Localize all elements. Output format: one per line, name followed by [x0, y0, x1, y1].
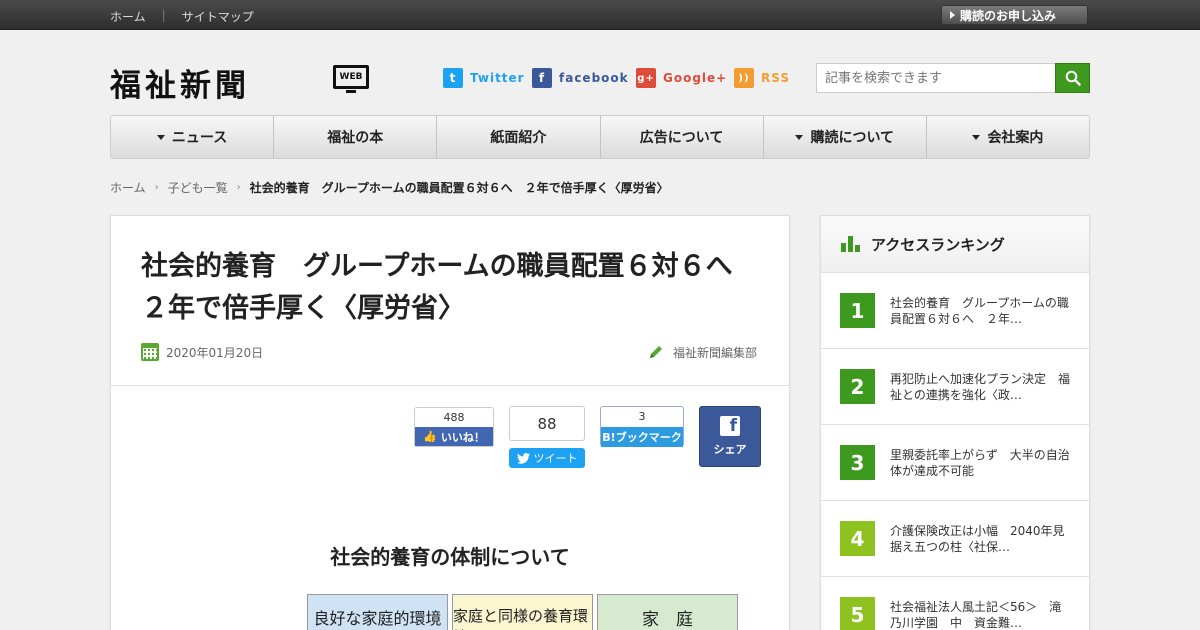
- facebook-icon: f: [532, 68, 552, 88]
- nav-item-news[interactable]: ニュース: [111, 116, 275, 158]
- article-date: 2020年01月20日: [141, 343, 263, 361]
- google-plus-icon: g+: [636, 68, 656, 88]
- rank-number: 2: [840, 369, 875, 404]
- like-label: 👍 いいね！: [415, 427, 493, 446]
- top-bar: ホーム | サイトマップ 購読のお申し込み: [0, 0, 1200, 30]
- access-ranking-panel: アクセスランキング 1 社会的養育 グループホームの職員配置６対６へ ２年… 2…: [820, 215, 1090, 630]
- facebook-icon: f: [720, 416, 740, 436]
- figure-box-good-home-env: 良好な家庭的環境: [307, 594, 448, 630]
- social-label: Google+: [663, 71, 728, 85]
- article-title: 社会的養育 グループホームの職員配置６対６へ ２年で倍手厚く〈厚労省〉: [141, 251, 760, 324]
- social-link-google-plus[interactable]: g+ Google+: [636, 68, 727, 88]
- nav-label: 広告について: [639, 130, 724, 146]
- social-link-rss[interactable]: )) RSS: [734, 68, 790, 88]
- caret-down-icon: [972, 134, 981, 140]
- rank-title: 社会的養育 グループホームの職員配置６対６へ ２年…: [890, 295, 1069, 326]
- tweet-label: ツイート: [533, 452, 578, 465]
- ranking-header: アクセスランキング: [821, 216, 1089, 273]
- search-input[interactable]: [816, 63, 1056, 93]
- social-link-facebook[interactable]: f facebook: [532, 68, 629, 88]
- breadcrumb-current: 社会的養育 グループホームの職員配置６対６へ ２年で倍手厚く〈厚労省〉: [249, 181, 669, 195]
- ranking-item[interactable]: 3 里親委託率上がらず 大半の自治体が達成不可能: [821, 425, 1089, 501]
- rank-number: 5: [840, 597, 875, 630]
- tweet-count: 88: [509, 406, 585, 441]
- arrow-right-icon: [950, 11, 955, 19]
- breadcrumb-home[interactable]: ホーム: [110, 179, 146, 196]
- figure-box-family-like-env: 家庭と同様の養育環境: [452, 594, 593, 630]
- ranking-item[interactable]: 5 社会福祉法人風土記＜56＞ 滝乃川学園 中 資金難…: [821, 577, 1089, 630]
- like-count: 488: [443, 411, 465, 424]
- site-logo[interactable]: 福祉新聞: [110, 60, 250, 105]
- rss-icon: )): [734, 68, 754, 88]
- hatena-bookmark-button[interactable]: 3 B!ブックマーク: [600, 406, 684, 447]
- nav-item-paper[interactable]: 紙面紹介: [437, 116, 601, 158]
- rank-title: 介護保険改正は小幅 2040年見据え五つの柱〈社保…: [890, 523, 1065, 554]
- date-text: 2020年01月20日: [166, 345, 264, 360]
- nav-label: 会社案内: [987, 130, 1044, 146]
- tweet-button[interactable]: ツイート: [509, 448, 585, 468]
- thumbs-up-icon: 👍: [423, 430, 437, 443]
- ranking-title: アクセスランキング: [871, 235, 1005, 254]
- subscribe-button[interactable]: 購読のお申し込み: [941, 5, 1088, 25]
- subscribe-label: 購読のお申し込み: [960, 8, 1057, 23]
- social-label: RSS: [761, 71, 790, 85]
- nav-label: ニュース: [171, 130, 228, 146]
- bar-chart-icon: [841, 236, 861, 252]
- share-label: シェア: [713, 443, 747, 456]
- nav-item-books[interactable]: 福祉の本: [274, 116, 438, 158]
- twitter-bird-icon: [516, 452, 530, 464]
- rank-title: 再犯防止へ加速化プラン決定 福祉との連携を強化〈政…: [890, 371, 1071, 402]
- nav-item-subscription[interactable]: 購読について: [764, 116, 927, 158]
- facebook-share-button[interactable]: f シェア: [699, 406, 761, 467]
- hatena-label: B!ブックマーク: [601, 427, 683, 447]
- like-text: いいね！: [440, 430, 485, 444]
- divider: [111, 385, 789, 386]
- ranking-item[interactable]: 1 社会的養育 グループホームの職員配置６対６へ ２年…: [821, 273, 1089, 349]
- chevron-right-icon: ›: [236, 182, 241, 193]
- ranking-item[interactable]: 2 再犯防止へ加速化プラン決定 福祉との連携を強化〈政…: [821, 349, 1089, 425]
- main-nav: ニュース 福祉の本 紙面紹介 広告について 購読について 会社案内: [110, 115, 1090, 159]
- rank-number: 1: [840, 293, 875, 328]
- nav-item-ads[interactable]: 広告について: [601, 116, 764, 158]
- rank-title: 里親委託率上がらず 大半の自治体が達成不可能: [890, 447, 1070, 478]
- twitter-icon: t: [443, 68, 463, 88]
- rank-number: 3: [840, 445, 875, 480]
- search-button[interactable]: [1055, 63, 1090, 93]
- caret-down-icon: [156, 134, 165, 140]
- social-label: Twitter: [470, 71, 525, 85]
- calendar-icon: [141, 343, 159, 361]
- divider: |: [161, 8, 166, 22]
- pencil-icon: [649, 346, 662, 358]
- figure-title: 社会的養育の体制について: [330, 545, 570, 569]
- figure-box-family: 家 庭: [597, 594, 738, 630]
- nav-label: 購読について: [810, 130, 895, 146]
- nav-item-company[interactable]: 会社案内: [927, 116, 1089, 158]
- breadcrumb-category[interactable]: 子ども一覧: [168, 179, 228, 196]
- top-link-sitemap[interactable]: サイトマップ: [182, 8, 254, 25]
- breadcrumb: ホーム › 子ども一覧 › 社会的養育 グループホームの職員配置６対６へ ２年で…: [110, 179, 669, 196]
- social-label: facebook: [559, 71, 629, 85]
- hatena-count: 3: [638, 410, 646, 423]
- top-link-home[interactable]: ホーム: [110, 8, 146, 25]
- caret-down-icon: [795, 134, 804, 140]
- social-link-twitter[interactable]: t Twitter: [443, 68, 525, 88]
- logo-web-badge: WEB: [333, 65, 369, 93]
- author-text: 福祉新聞編集部: [672, 345, 757, 360]
- rank-title: 社会福祉法人風土記＜56＞ 滝乃川学園 中 資金難…: [890, 599, 1062, 630]
- chevron-right-icon: ›: [154, 182, 159, 193]
- nav-label: 紙面紹介: [490, 130, 547, 146]
- facebook-like-button[interactable]: 488 👍 いいね！: [414, 407, 494, 447]
- search-icon: [1065, 70, 1081, 86]
- article-card: 社会的養育 グループホームの職員配置６対６へ ２年で倍手厚く〈厚労省〉 2020…: [110, 215, 790, 630]
- nav-label: 福祉の本: [327, 130, 384, 146]
- rank-number: 4: [840, 521, 875, 556]
- ranking-item[interactable]: 4 介護保険改正は小幅 2040年見据え五つの柱〈社保…: [821, 501, 1089, 577]
- article-author: 福祉新聞編集部: [647, 343, 757, 361]
- top-links: ホーム | サイトマップ: [110, 8, 254, 25]
